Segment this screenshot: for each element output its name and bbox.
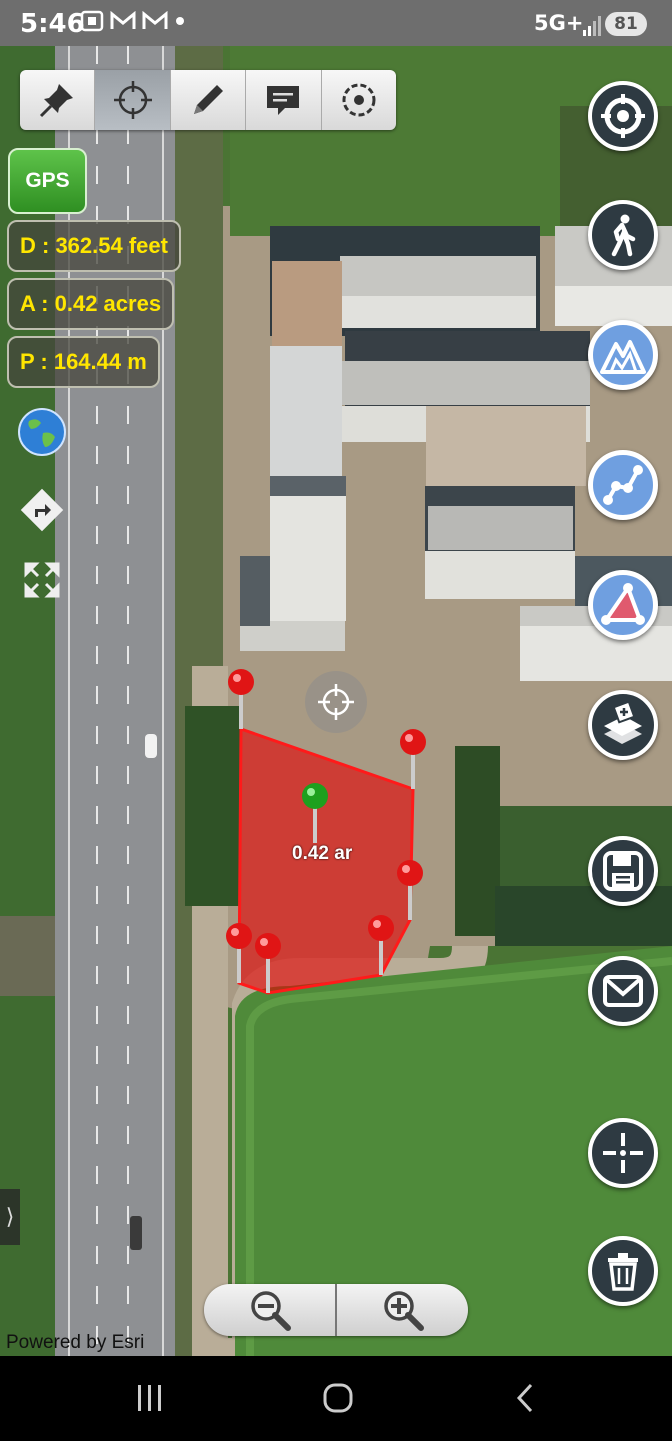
- zoom-controls: [204, 1284, 468, 1336]
- path-icon: [603, 465, 643, 505]
- crosshair-icon: [318, 684, 354, 720]
- vertex-pin[interactable]: [400, 729, 426, 789]
- back-button[interactable]: [496, 1378, 556, 1418]
- trash-icon: [608, 1253, 638, 1291]
- gps-tool-button[interactable]: [95, 70, 171, 130]
- clock: 5:46: [20, 9, 85, 39]
- globe-icon: [18, 408, 66, 456]
- settings-tool-button[interactable]: [322, 70, 396, 130]
- map-center-crosshair: [305, 671, 367, 733]
- vertex-pin[interactable]: [255, 933, 281, 993]
- mail-icon: [603, 975, 643, 1007]
- email-button[interactable]: [588, 956, 658, 1026]
- fullscreen-button[interactable]: [16, 554, 68, 606]
- dot-icon: [176, 17, 184, 25]
- mountain-icon: [600, 340, 646, 374]
- walking-icon: [611, 214, 636, 257]
- triangle-icon: [601, 583, 645, 625]
- comment-icon: [267, 86, 300, 115]
- recents-button[interactable]: [120, 1378, 180, 1418]
- save-button[interactable]: [588, 836, 658, 906]
- map-view[interactable]: 0.42 ar GPS D : 362.54 feet A : 0.42 acr…: [0, 46, 672, 1356]
- tool-bar: [20, 70, 396, 130]
- recents-icon: [138, 1385, 161, 1411]
- walk-mode-button[interactable]: [588, 200, 658, 270]
- gmail-icon: [110, 11, 136, 29]
- system-nav-bar: [0, 1356, 672, 1441]
- elevation-button[interactable]: [588, 320, 658, 390]
- signal-icon: [583, 16, 601, 36]
- layer-add-icon: [604, 700, 642, 744]
- area-measure-button[interactable]: [588, 570, 658, 640]
- home-icon: [323, 1383, 353, 1413]
- vertex-pin[interactable]: [228, 669, 254, 729]
- perimeter-readout: P : 164.44 m: [7, 336, 160, 388]
- battery-level: 81: [605, 12, 647, 36]
- vertex-pin[interactable]: [397, 860, 423, 920]
- center-crosshair-icon: [603, 1133, 643, 1173]
- directions-button[interactable]: [16, 484, 68, 536]
- zoom-out-button[interactable]: [204, 1284, 337, 1336]
- target-icon: [342, 83, 376, 117]
- locate-icon: [601, 94, 645, 138]
- floppy-icon: [603, 851, 643, 891]
- crosshair-icon: [113, 81, 152, 119]
- network-type: 5G+: [534, 11, 584, 35]
- pushpin-icon: [40, 84, 74, 118]
- center-pin[interactable]: [302, 783, 328, 843]
- zoom-in-button[interactable]: [337, 1284, 468, 1336]
- locate-button[interactable]: [588, 81, 658, 151]
- zoom-in-icon: [383, 1291, 424, 1331]
- side-drawer-handle[interactable]: ⟩: [0, 1189, 20, 1245]
- back-icon: [516, 1383, 533, 1413]
- expand-icon: [24, 562, 60, 598]
- status-bar: 5:46 5G+ 81: [0, 0, 672, 46]
- map-attribution: Powered by Esri: [6, 1332, 145, 1353]
- vertex-pin[interactable]: [368, 915, 394, 975]
- draw-tool-button[interactable]: [171, 70, 247, 130]
- home-button[interactable]: [308, 1378, 368, 1418]
- center-button[interactable]: [588, 1118, 658, 1188]
- globe-button[interactable]: [16, 406, 68, 458]
- line-measure-button[interactable]: [588, 450, 658, 520]
- vertex-pin[interactable]: [226, 923, 252, 983]
- delete-button[interactable]: [588, 1236, 658, 1306]
- distance-readout: D : 362.54 feet: [7, 220, 181, 272]
- pin-tool-button[interactable]: [20, 70, 96, 130]
- area-readout: A : 0.42 acres: [7, 278, 175, 330]
- screenshot-icon: [80, 10, 104, 32]
- polygon-area-label: 0.42 ar: [292, 843, 353, 864]
- zoom-out-icon: [250, 1291, 291, 1331]
- comment-tool-button[interactable]: [246, 70, 322, 130]
- gmail-icon: [142, 11, 168, 29]
- add-layer-button[interactable]: [588, 690, 658, 760]
- directions-icon: [20, 488, 64, 532]
- pencil-icon: [194, 85, 224, 114]
- gps-button[interactable]: GPS: [8, 148, 87, 214]
- notification-icons: [80, 10, 186, 32]
